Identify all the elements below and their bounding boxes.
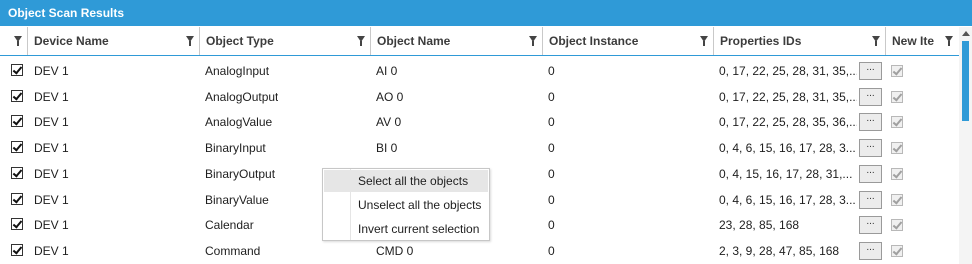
device-name-cell: DEV 1 bbox=[34, 192, 69, 207]
column-header-properties-ids[interactable]: Properties IDs bbox=[714, 27, 886, 55]
properties-ellipsis-button[interactable]: ... bbox=[859, 164, 882, 183]
row-select-checkbox[interactable] bbox=[11, 166, 23, 179]
new-item-checkbox bbox=[891, 65, 903, 77]
device-name-cell: DEV 1 bbox=[34, 166, 69, 181]
column-header-object-type[interactable]: Object Type bbox=[200, 27, 371, 55]
table-row[interactable]: DEV 1 AnalogValue AV 0 0 0, 17, 22, 25, 28, … bbox=[0, 109, 959, 135]
object-type-cell: BinaryInput bbox=[205, 141, 266, 156]
filter-icon[interactable] bbox=[872, 36, 880, 46]
device-name-cell: DEV 1 bbox=[34, 89, 69, 104]
row-select-checkbox[interactable] bbox=[11, 115, 23, 128]
filter-icon[interactable] bbox=[529, 36, 537, 46]
properties-ids-cell: 2, 3, 9, 28, 47, 85, 168 bbox=[719, 243, 840, 258]
select-column-header bbox=[0, 27, 28, 55]
object-instance-cell: 0 bbox=[548, 89, 555, 104]
device-name-cell: DEV 1 bbox=[34, 64, 69, 78]
new-item-checkbox bbox=[891, 142, 903, 155]
object-instance-cell: 0 bbox=[548, 243, 555, 258]
new-item-checkbox bbox=[891, 193, 903, 206]
device-name-cell: DEV 1 bbox=[34, 243, 69, 258]
scroll-up-icon[interactable] bbox=[962, 31, 970, 36]
properties-ids-cell: 0, 4, 15, 16, 17, 28, 31,... bbox=[719, 166, 853, 181]
filter-icon[interactable] bbox=[700, 36, 708, 46]
properties-ids-cell: 23, 28, 85, 168 bbox=[719, 218, 800, 233]
table-row[interactable]: DEV 1 Command CMD 0 0 2, 3, 9, 28, 47, 85, 1… bbox=[0, 238, 959, 264]
object-type-cell: BinaryOutput bbox=[205, 166, 276, 181]
properties-ellipsis-button[interactable]: ... bbox=[859, 113, 882, 132]
device-name-cell: DEV 1 bbox=[34, 141, 69, 156]
vertical-scrollbar[interactable] bbox=[959, 27, 972, 264]
object-instance-cell: 0 bbox=[548, 218, 555, 233]
object-instance-cell: 0 bbox=[548, 192, 555, 207]
filter-icon[interactable] bbox=[357, 36, 365, 46]
grid-header: Device Name Object Type Object Name Obje… bbox=[0, 27, 959, 56]
object-instance-cell: 0 bbox=[548, 166, 555, 181]
new-item-checkbox bbox=[891, 244, 903, 257]
menu-item-select-all[interactable]: Select all the objects bbox=[324, 170, 488, 192]
object-instance-cell: 0 bbox=[548, 64, 555, 78]
properties-ids-cell: 0, 17, 22, 25, 28, 31, 35,... bbox=[719, 89, 857, 104]
properties-ids-cell: 0, 4, 6, 15, 16, 17, 28, 3... bbox=[719, 141, 856, 156]
object-name-cell: BI 0 bbox=[376, 141, 398, 156]
object-instance-cell: 0 bbox=[548, 115, 555, 130]
table-row[interactable]: DEV 1 BinaryInput BI 0 0 0, 4, 6, 15, 16, 17… bbox=[0, 135, 959, 161]
menu-item-invert-selection[interactable]: Invert current selection bbox=[324, 218, 488, 240]
properties-ids-cell: 0, 4, 6, 15, 16, 17, 28, 3... bbox=[719, 192, 856, 207]
properties-ellipsis-button[interactable]: ... bbox=[859, 216, 882, 235]
object-type-cell: Calendar bbox=[205, 218, 254, 233]
properties-ellipsis-button[interactable]: ... bbox=[859, 241, 882, 260]
scroll-thumb[interactable] bbox=[962, 41, 969, 121]
filter-icon[interactable] bbox=[186, 36, 194, 46]
properties-ids-cell: 0, 17, 22, 25, 28, 31, 35,... bbox=[719, 64, 857, 78]
object-name-cell: AV 0 bbox=[376, 115, 402, 130]
row-select-checkbox[interactable] bbox=[11, 64, 23, 76]
new-item-checkbox bbox=[891, 219, 903, 232]
filter-icon[interactable] bbox=[945, 36, 953, 46]
object-name-cell: AO 0 bbox=[376, 89, 404, 104]
properties-ids-cell: 0, 17, 22, 25, 28, 35, 36,... bbox=[719, 115, 857, 130]
new-item-checkbox bbox=[891, 90, 903, 103]
object-type-cell: Command bbox=[205, 243, 261, 258]
row-select-checkbox[interactable] bbox=[11, 218, 23, 231]
column-header-device-name[interactable]: Device Name bbox=[28, 27, 200, 55]
filter-icon[interactable] bbox=[14, 36, 22, 46]
context-menu: Select all the objects Unselect all the … bbox=[322, 168, 490, 241]
new-item-checkbox bbox=[891, 116, 903, 129]
properties-ellipsis-button[interactable]: ... bbox=[859, 190, 882, 209]
menu-item-unselect-all[interactable]: Unselect all the objects bbox=[324, 194, 488, 216]
properties-ellipsis-button[interactable]: ... bbox=[859, 87, 882, 106]
device-name-cell: DEV 1 bbox=[34, 115, 69, 130]
object-name-cell: AI 0 bbox=[376, 64, 398, 78]
object-type-cell: BinaryValue bbox=[205, 192, 269, 207]
object-instance-cell: 0 bbox=[548, 141, 555, 156]
panel-title: Object Scan Results bbox=[0, 0, 972, 26]
table-row[interactable]: DEV 1 AnalogInput AI 0 0 0, 17, 22, 25, 28, … bbox=[0, 58, 959, 84]
row-select-checkbox[interactable] bbox=[11, 141, 23, 154]
object-type-cell: AnalogOutput bbox=[205, 89, 279, 104]
table-row[interactable]: DEV 1 AnalogOutput AO 0 0 0, 17, 22, 25, 28,… bbox=[0, 84, 959, 110]
object-type-cell: AnalogValue bbox=[205, 115, 273, 130]
device-name-cell: DEV 1 bbox=[34, 218, 69, 233]
row-select-checkbox[interactable] bbox=[11, 89, 23, 102]
column-header-object-name[interactable]: Object Name bbox=[371, 27, 543, 55]
row-select-checkbox[interactable] bbox=[11, 192, 23, 205]
object-type-cell: AnalogInput bbox=[205, 64, 270, 78]
row-select-checkbox[interactable] bbox=[11, 243, 23, 256]
new-item-checkbox bbox=[891, 167, 903, 180]
column-header-object-instance[interactable]: Object Instance bbox=[543, 27, 714, 55]
properties-ellipsis-button[interactable]: ... bbox=[859, 139, 882, 158]
object-name-cell: CMD 0 bbox=[376, 243, 414, 258]
properties-ellipsis-button[interactable]: ... bbox=[859, 62, 882, 80]
column-header-new-item[interactable]: New Ite bbox=[886, 27, 959, 55]
